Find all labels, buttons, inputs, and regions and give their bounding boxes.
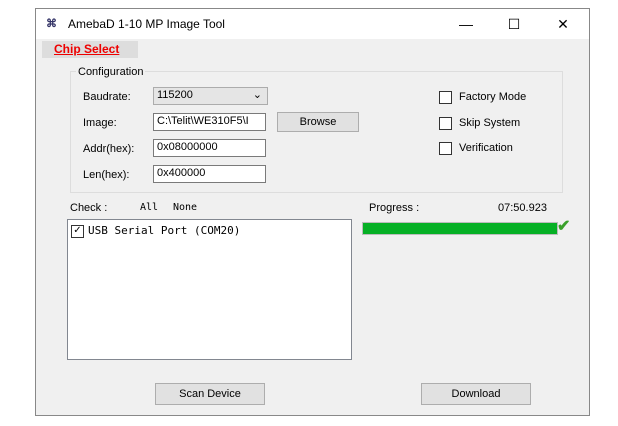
- baudrate-label: Baudrate:: [83, 91, 131, 103]
- chevron-down-icon: ⌄: [252, 89, 262, 101]
- check-none-link[interactable]: None: [173, 202, 197, 213]
- elapsed-time: 07:50.923: [498, 202, 547, 214]
- title-bar: ⌘ AmebaD 1-10 MP Image Tool — ☐ ✕: [36, 9, 589, 39]
- image-label: Image:: [83, 117, 117, 129]
- download-button[interactable]: Download: [421, 383, 531, 405]
- window-title: AmebaD 1-10 MP Image Tool: [68, 17, 225, 31]
- baudrate-value: 115200: [157, 89, 193, 101]
- maximize-button[interactable]: ☐: [499, 13, 529, 35]
- progress-label: Progress :: [369, 202, 420, 214]
- app-icon: ⌘: [46, 18, 57, 30]
- device-list[interactable]: ✓ USB Serial Port (COM20): [67, 219, 352, 360]
- verification-checkbox[interactable]: [439, 142, 452, 155]
- image-path-input[interactable]: C:\Telit\WE310F5\I: [153, 113, 266, 131]
- menu-chip-select[interactable]: Chip Select: [42, 41, 138, 58]
- skip-system-label: Skip System: [459, 117, 521, 129]
- addr-input[interactable]: 0x08000000: [153, 139, 266, 157]
- factory-mode-checkbox[interactable]: [439, 91, 452, 104]
- check-label: Check :: [70, 202, 108, 214]
- addr-label: Addr(hex):: [83, 143, 135, 155]
- minimize-button[interactable]: —: [451, 13, 481, 35]
- progress-fill: [363, 223, 557, 234]
- scan-device-button[interactable]: Scan Device: [155, 383, 265, 405]
- configuration-label: Configuration: [76, 66, 146, 78]
- len-label: Len(hex):: [83, 169, 130, 181]
- device-label: USB Serial Port (COM20): [88, 224, 241, 237]
- check-all-link[interactable]: All: [140, 202, 158, 213]
- device-checkbox[interactable]: ✓: [71, 225, 84, 238]
- len-input[interactable]: 0x400000: [153, 165, 266, 183]
- browse-button[interactable]: Browse: [277, 112, 359, 132]
- progress-bar: [362, 222, 558, 235]
- main-window: ⌘ AmebaD 1-10 MP Image Tool — ☐ ✕ Chip S…: [35, 8, 590, 416]
- skip-system-checkbox[interactable]: [439, 117, 452, 130]
- chip-select-label: Chip Select: [54, 42, 120, 56]
- baudrate-select[interactable]: 115200 ⌄: [153, 87, 268, 105]
- verification-label: Verification: [459, 142, 513, 154]
- close-button[interactable]: ✕: [548, 13, 578, 35]
- checkmark-icon: ✔: [557, 218, 571, 235]
- factory-mode-label: Factory Mode: [459, 91, 527, 103]
- configuration-group: [70, 71, 563, 193]
